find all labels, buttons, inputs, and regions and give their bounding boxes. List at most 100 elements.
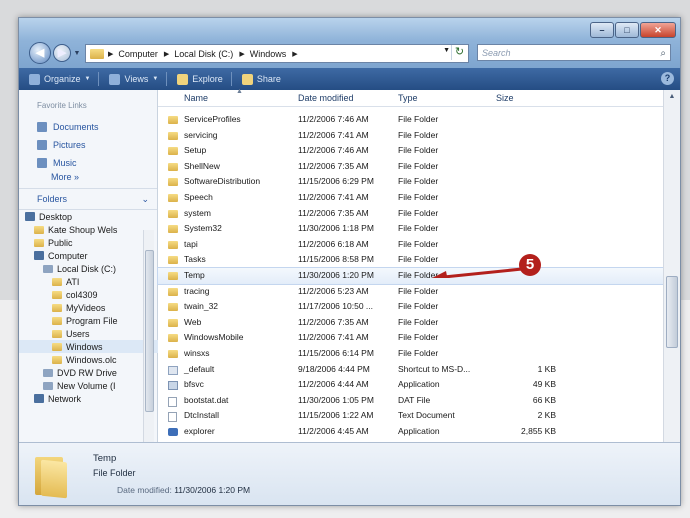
file-row[interactable]: tapi 11/2/2006 6:18 AM File Folder: [158, 237, 668, 253]
toolbar-divider: [166, 72, 168, 86]
favorite-links-heading: Favorite Links: [37, 101, 87, 110]
folder-icon: [90, 48, 104, 59]
folder-icon: [52, 277, 62, 286]
folder-icon: [34, 225, 44, 234]
share-button[interactable]: Share: [241, 73, 281, 85]
organize-button[interactable]: Organize ▼: [29, 73, 90, 85]
share-label: Share: [256, 74, 281, 84]
explore-button[interactable]: Explore: [177, 73, 223, 85]
file-row[interactable]: Temp 11/30/2006 1:20 PM File Folder: [157, 266, 669, 285]
folder-icon: [168, 225, 178, 234]
address-dropdown-icon[interactable]: ▼: [443, 47, 450, 54]
tree-item-label: Windows: [66, 341, 103, 352]
folders-label: Folders: [37, 194, 68, 204]
file-type: File Folder: [398, 332, 439, 343]
file-type: File Folder: [398, 160, 439, 171]
chevron-right-icon[interactable]: ▶: [239, 50, 244, 58]
file-row[interactable]: DtcInstall 11/15/2006 1:22 AM Text Documen…: [158, 408, 668, 424]
file-name: Tasks: [184, 254, 206, 265]
refresh-icon[interactable]: ↻: [451, 45, 467, 60]
chevron-right-icon[interactable]: ▶: [164, 50, 169, 58]
minimize-button[interactable]: –: [590, 22, 614, 38]
file-row[interactable]: ServiceProfiles 11/2/2006 7:46 AM File Fol…: [158, 112, 668, 128]
recent-pages-dropdown[interactable]: ▼: [73, 50, 81, 57]
step-number-badge: 5: [519, 254, 541, 276]
file-date: 9/18/2006 4:44 PM: [298, 363, 370, 374]
scrollbar-thumb[interactable]: [666, 276, 678, 348]
breadcrumb-item[interactable]: Local Disk (C:): [174, 49, 233, 59]
file-row[interactable]: _default 9/18/2006 4:44 PM Shortcut to MS-…: [158, 362, 668, 378]
tree-item[interactable]: Computer: [19, 249, 156, 262]
file-row[interactable]: ShellNew 11/2/2006 7:35 AM File Folder: [158, 159, 668, 175]
column-name[interactable]: Name: [184, 93, 208, 103]
explorer-window: – □ ✕ ◀ ▶ ▼ ▶ Computer ▶ Local Disk (C:)…: [18, 17, 681, 506]
more-link[interactable]: More »: [19, 172, 157, 188]
doc-icon: [168, 396, 177, 407]
help-icon[interactable]: ?: [661, 72, 674, 85]
file-row[interactable]: Speech 11/2/2006 7:41 AM File Folder: [158, 190, 668, 206]
file-type: File Folder: [398, 285, 439, 296]
close-button[interactable]: ✕: [640, 22, 676, 38]
file-row[interactable]: Web 11/2/2006 7:35 AM File Folder: [158, 315, 668, 331]
search-placeholder: Search: [482, 48, 511, 58]
file-row[interactable]: SoftwareDistribution 11/15/2006 6:29 PM Fi…: [158, 174, 668, 190]
file-date: 11/2/2006 7:46 AM: [298, 114, 369, 124]
doc-icon: [168, 412, 177, 423]
explore-icon: [177, 73, 189, 85]
file-row[interactable]: system 11/2/2006 7:35 AM File Folder: [158, 206, 668, 222]
folder-icon: [52, 316, 62, 325]
file-name: SoftwareDistribution: [184, 176, 261, 187]
file-type: File Folder: [398, 316, 439, 327]
address-bar[interactable]: ▶ Computer ▶ Local Disk (C:) ▶ Windows ▶…: [85, 44, 469, 63]
column-date[interactable]: Date modified: [298, 93, 354, 103]
breadcrumb-item[interactable]: Windows: [250, 49, 287, 59]
tree-item-label: Local Disk (C:): [57, 263, 117, 274]
drive-icon: [43, 264, 53, 273]
breadcrumb-item[interactable]: Computer: [118, 49, 158, 59]
file-row[interactable]: explorer 11/2/2006 4:45 AM Application 2,85…: [158, 424, 668, 440]
search-icon[interactable]: ⌕: [660, 45, 666, 62]
forward-button[interactable]: ▶: [53, 44, 71, 62]
file-row[interactable]: twain_32 11/17/2006 10:50 ... File Folder: [158, 299, 668, 315]
app-icon: [168, 381, 178, 391]
folders-header[interactable]: Folders ⌄: [19, 188, 157, 210]
column-type[interactable]: Type: [398, 93, 418, 103]
file-type: File Folder: [398, 301, 439, 312]
file-row[interactable]: System32 11/30/2006 1:18 PM File Folder: [158, 221, 668, 237]
tree-item[interactable]: Network: [19, 392, 156, 405]
folder-icon: [168, 116, 178, 124]
views-button[interactable]: Views ▼: [109, 73, 158, 85]
favorite-link-documents[interactable]: Documents: [19, 118, 157, 136]
column-size[interactable]: Size: [496, 93, 514, 103]
column-headers: Name ▲ Date modified Type Size: [158, 88, 668, 107]
tree-item[interactable]: Desktop: [19, 210, 147, 223]
file-row[interactable]: winsxs 11/15/2006 6:14 PM File Folder: [158, 346, 668, 362]
maximize-button[interactable]: □: [615, 22, 639, 38]
tree-scrollbar[interactable]: [143, 230, 154, 442]
tree-item-label: Kate Shoup Wels: [48, 224, 118, 235]
file-row[interactable]: Setup 11/2/2006 7:46 AM File Folder: [158, 143, 668, 159]
file-row[interactable]: Tasks 11/15/2006 8:58 PM File Folder: [158, 252, 668, 268]
scroll-up-icon[interactable]: ▲: [664, 90, 680, 104]
file-date: 11/2/2006 4:45 AM: [298, 425, 369, 436]
file-name: tracing: [184, 285, 210, 296]
tree-item-label: Users: [66, 328, 90, 339]
file-name: winsxs: [184, 347, 210, 358]
tree-item[interactable]: Public: [19, 236, 156, 249]
favorite-link-pictures[interactable]: Pictures: [19, 136, 157, 154]
file-row[interactable]: tracing 11/2/2006 5:23 AM File Folder: [158, 284, 668, 300]
back-button[interactable]: ◀: [29, 42, 51, 64]
file-list-scrollbar[interactable]: ▲: [663, 90, 680, 442]
favorite-link-music[interactable]: Music: [19, 154, 157, 172]
chevron-right-icon[interactable]: ▶: [292, 50, 297, 58]
file-name: Speech: [184, 191, 213, 202]
explore-label: Explore: [192, 74, 223, 84]
file-row[interactable]: bfsvc 11/2/2006 4:44 AM Application 49 KB: [158, 377, 668, 393]
file-date: 11/17/2006 10:50 ...: [298, 301, 373, 312]
file-row[interactable]: bootstat.dat 11/30/2006 1:05 PM DAT File 66…: [158, 393, 668, 409]
file-row[interactable]: servicing 11/2/2006 7:41 AM File Folder: [158, 128, 668, 144]
tree-item[interactable]: Kate Shoup Wels: [19, 223, 156, 236]
search-input[interactable]: Search ⌕: [477, 44, 671, 61]
scrollbar-thumb[interactable]: [145, 250, 154, 412]
file-row[interactable]: WindowsMobile 11/2/2006 7:41 AM File Folde…: [158, 330, 668, 346]
